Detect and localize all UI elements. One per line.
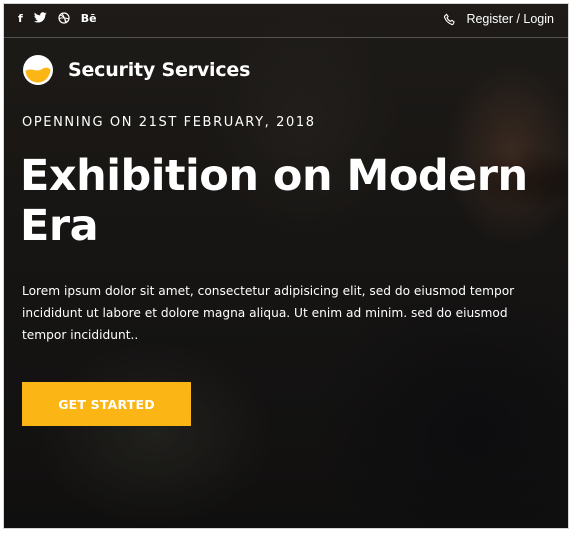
dribbble-icon[interactable] [58, 12, 70, 26]
account-area: Register / Login [443, 12, 554, 26]
hero-section: f Bē Register / Login Security Services … [3, 3, 569, 529]
get-started-button[interactable]: GET STARTED [22, 382, 191, 426]
event-date: OPENNING ON 21ST FEBRUARY, 2018 [22, 115, 316, 130]
logo-icon [23, 55, 53, 85]
page-title: Exhibition on Modern Era [20, 151, 528, 251]
facebook-icon[interactable]: f [18, 12, 23, 26]
phone-icon[interactable] [443, 13, 456, 26]
behance-icon[interactable]: Bē [81, 12, 97, 26]
social-links: f Bē [18, 12, 97, 26]
brand-name: Security Services [68, 59, 251, 81]
hero-description: Lorem ipsum dolor sit amet, consectetur … [22, 284, 515, 342]
twitter-icon[interactable] [33, 12, 47, 26]
top-bar: f Bē Register / Login [4, 4, 568, 38]
brand[interactable]: Security Services [22, 54, 250, 86]
register-login-link[interactable]: Register / Login [466, 12, 554, 26]
